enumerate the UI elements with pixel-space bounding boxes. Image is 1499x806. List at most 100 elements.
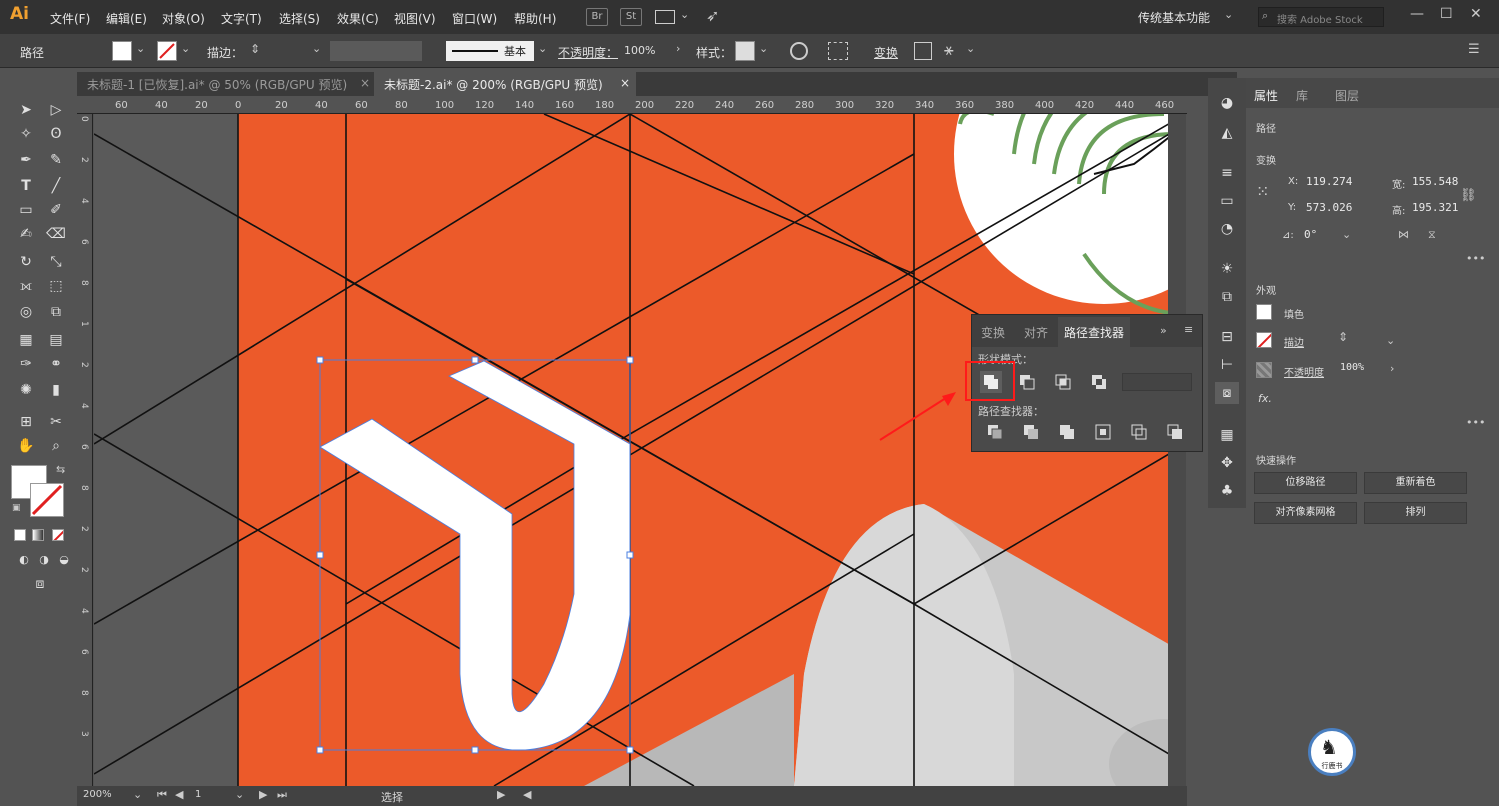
transparency-panel-icon[interactable]: ◔ bbox=[1215, 218, 1239, 240]
chevron-down-icon[interactable]: ⌄ bbox=[680, 8, 689, 21]
line-tool-icon[interactable]: ╱ bbox=[44, 175, 68, 197]
variable-width-profile[interactable] bbox=[330, 41, 422, 61]
opacity-arrow-icon[interactable]: › bbox=[676, 42, 680, 55]
mesh-tool-icon[interactable]: ▦ bbox=[14, 329, 38, 351]
workspace-chevron-icon[interactable]: ⌄ bbox=[1224, 8, 1233, 21]
gradient-panel-icon[interactable]: ▭ bbox=[1215, 190, 1239, 212]
type-tool-icon[interactable]: T bbox=[14, 175, 38, 197]
gradient-mode-icon[interactable] bbox=[32, 529, 44, 541]
minus-front-button[interactable] bbox=[1016, 371, 1038, 393]
appearance-panel-icon[interactable]: ☀ bbox=[1215, 258, 1239, 280]
next-artboard-icon[interactable]: ▶ bbox=[259, 788, 267, 801]
tab-document-1[interactable]: 未标题-1 [已恢复].ai* @ 50% (RGB/GPU 预览) × bbox=[77, 72, 372, 96]
tab-pathfinder[interactable]: 路径查找器 bbox=[1058, 317, 1131, 347]
rotate-tool-icon[interactable]: ↻ bbox=[14, 251, 38, 273]
stroke-color-swatch[interactable] bbox=[30, 483, 64, 517]
close-window-icon[interactable]: ✕ bbox=[1470, 6, 1482, 22]
color-guide-icon[interactable]: ◭ bbox=[1215, 122, 1239, 144]
default-colors-icon[interactable]: ▣ bbox=[12, 503, 21, 513]
slice-tool-icon[interactable]: ✂ bbox=[44, 411, 68, 433]
eyedropper-icon[interactable]: ✑ bbox=[14, 353, 38, 375]
menu-type[interactable]: 文字(T) bbox=[221, 10, 262, 27]
rocket-icon[interactable]: ➶ bbox=[706, 6, 719, 25]
bridge-button[interactable]: Br bbox=[586, 8, 608, 26]
perspective-grid-icon[interactable]: ⧉ bbox=[44, 301, 68, 323]
opacity-label[interactable]: 不透明度： bbox=[558, 44, 618, 61]
brush-definition[interactable]: 基本 bbox=[446, 41, 534, 61]
unite-button[interactable] bbox=[980, 371, 1002, 393]
scale-tool-icon[interactable]: ⤡ bbox=[44, 251, 68, 273]
fill-dropdown-icon[interactable]: ⌄ bbox=[136, 42, 145, 55]
horizontal-ruler[interactable]: 60 40 20 0 20 40 60 80 100 120 140 160 180 200 220 240 2… bbox=[77, 98, 1187, 114]
selection-tool-icon[interactable]: ➤ bbox=[14, 99, 38, 121]
eraser-icon[interactable]: ⌫ bbox=[44, 223, 68, 245]
panel-menu-icon[interactable]: ≡ bbox=[1184, 323, 1193, 336]
opacity-arrow-icon[interactable]: › bbox=[1390, 362, 1394, 375]
offset-path-button[interactable]: 位移路径 bbox=[1254, 472, 1357, 494]
none-mode-icon[interactable] bbox=[52, 529, 64, 541]
align-to-pixel-grid-button[interactable]: 对齐像素网格 bbox=[1254, 502, 1357, 524]
prev-artboard-icon[interactable]: ◀ bbox=[175, 788, 183, 801]
maximize-icon[interactable]: ☐ bbox=[1440, 6, 1453, 22]
draw-inside-icon[interactable]: ◒ bbox=[52, 549, 76, 571]
status-arrow-icon[interactable]: ▶ bbox=[497, 788, 505, 801]
direct-selection-tool-icon[interactable]: ▷ bbox=[44, 99, 68, 121]
brushes-panel-icon[interactable]: ✥ bbox=[1215, 452, 1239, 474]
tab-properties[interactable]: 属性 bbox=[1254, 87, 1278, 104]
divide-button[interactable] bbox=[984, 421, 1006, 443]
angle-field[interactable]: 0° bbox=[1304, 228, 1317, 241]
stroke-weight-dropdown-icon[interactable]: ⌄ bbox=[1386, 334, 1395, 347]
stock-search-input[interactable]: 搜索 Adobe Stock bbox=[1258, 7, 1384, 27]
expand-button[interactable] bbox=[1122, 373, 1192, 391]
tab-libraries[interactable]: 库 bbox=[1296, 87, 1308, 104]
free-transform-icon[interactable]: ⬚ bbox=[44, 275, 68, 297]
menu-window[interactable]: 窗口(W) bbox=[452, 10, 497, 27]
gradient-tool-icon[interactable]: ▤ bbox=[44, 329, 68, 351]
select-similar-icon[interactable]: ⚹ bbox=[944, 40, 954, 60]
flip-horizontal-icon[interactable]: ⋈ bbox=[1398, 228, 1409, 241]
paintbrush-icon[interactable]: ✐ bbox=[44, 199, 68, 221]
screen-mode-icon[interactable]: ⧈ bbox=[28, 573, 52, 595]
pathfinder-panel-icon[interactable]: ⧇ bbox=[1215, 382, 1239, 404]
tab-align[interactable]: 对齐 bbox=[1024, 324, 1048, 341]
arrange-documents-icon[interactable] bbox=[655, 10, 675, 24]
merge-button[interactable] bbox=[1056, 421, 1078, 443]
tab-layers[interactable]: 图层 bbox=[1335, 87, 1359, 104]
rectangle-tool-icon[interactable]: ▭ bbox=[14, 199, 38, 221]
trim-button[interactable] bbox=[1020, 421, 1042, 443]
crop-button[interactable] bbox=[1092, 421, 1114, 443]
menu-select[interactable]: 选择(S) bbox=[279, 10, 320, 27]
height-field[interactable]: 195.321 bbox=[1412, 198, 1492, 218]
letter-j-shape[interactable] bbox=[319, 360, 631, 751]
stroke-swatch[interactable] bbox=[157, 41, 177, 61]
outline-button[interactable] bbox=[1128, 421, 1150, 443]
menu-help[interactable]: 帮助(H) bbox=[514, 10, 556, 27]
recolor-button[interactable]: 重新着色 bbox=[1364, 472, 1467, 494]
brush-dropdown-icon[interactable]: ⌄ bbox=[538, 42, 547, 55]
blend-tool-icon[interactable]: ⚭ bbox=[44, 353, 68, 375]
arrange-button[interactable]: 排列 bbox=[1364, 502, 1467, 524]
color-mode-icon[interactable] bbox=[14, 529, 26, 541]
stroke-label[interactable]: 描边 bbox=[1284, 334, 1304, 349]
lasso-icon[interactable]: ʘ bbox=[44, 123, 68, 145]
fill-swatch[interactable] bbox=[1256, 304, 1272, 320]
style-swatch[interactable] bbox=[735, 41, 755, 61]
y-field[interactable]: 573.026 bbox=[1306, 198, 1386, 218]
stroke-panel-icon[interactable]: ≡ bbox=[1215, 162, 1239, 184]
x-field[interactable]: 119.274 bbox=[1306, 172, 1386, 192]
pen-tool-icon[interactable]: ✒ bbox=[14, 149, 38, 171]
menu-effect[interactable]: 效果(C) bbox=[337, 10, 379, 27]
tab-close-icon[interactable]: × bbox=[360, 76, 370, 90]
flip-vertical-icon[interactable]: ⧖ bbox=[1428, 228, 1436, 242]
shape-builder-icon[interactable]: ◎ bbox=[14, 301, 38, 323]
stock-button[interactable]: St bbox=[620, 8, 642, 26]
artboard-dropdown-icon[interactable]: ⌄ bbox=[235, 788, 244, 801]
more-options-icon[interactable]: ••• bbox=[1466, 416, 1485, 429]
tab-document-2[interactable]: 未标题-2.ai* @ 200% (RGB/GPU 预览) × bbox=[374, 72, 636, 96]
menu-object[interactable]: 对象(O) bbox=[162, 10, 205, 27]
stroke-weight-stepper[interactable]: ⇕ bbox=[1338, 330, 1348, 344]
intersect-button[interactable] bbox=[1052, 371, 1074, 393]
minimize-icon[interactable]: — bbox=[1410, 6, 1424, 22]
graphic-styles-icon[interactable]: ⧉ bbox=[1215, 286, 1239, 308]
fill-swatch[interactable] bbox=[112, 41, 132, 61]
